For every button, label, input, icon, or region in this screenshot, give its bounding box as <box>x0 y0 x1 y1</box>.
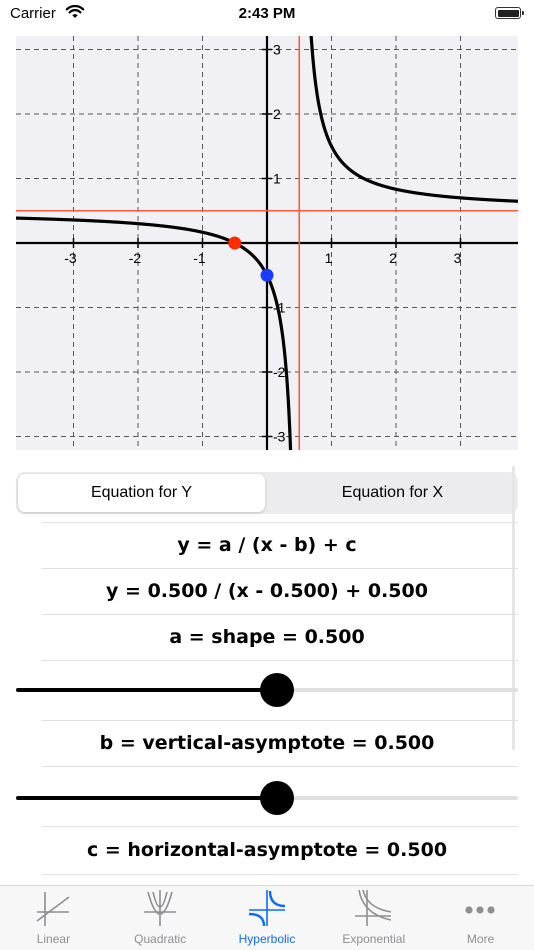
battery-icon <box>495 7 524 19</box>
x-tick-label: -2 <box>129 250 142 266</box>
row-separator <box>42 766 518 767</box>
x-tick-label: 3 <box>454 250 462 266</box>
row-separator <box>42 874 518 875</box>
current-equation: y = 0.500 / (x - 0.500) + 0.500 <box>106 580 428 602</box>
clock: 2:43 PM <box>238 5 296 22</box>
slider-b-thumb[interactable] <box>260 781 295 815</box>
tab-exponential-label: Exponential <box>342 932 406 946</box>
general-equation: y = a / (x - b) + c <box>177 534 357 556</box>
slider-a-thumb[interactable] <box>260 673 295 707</box>
x-tick-label: 2 <box>389 250 397 266</box>
row-separator <box>42 720 518 721</box>
y-tick-label: -2 <box>273 364 286 380</box>
exponential-graph-icon <box>355 889 392 926</box>
hyperbola-left-branch <box>16 216 293 450</box>
status-bar: Carrier 2:43 PM <box>0 0 534 30</box>
equation-segmented-control[interactable]: Equation for Y Equation for X <box>16 472 518 514</box>
slider-a-max-track <box>277 688 518 692</box>
slider-b-min-track <box>16 796 278 800</box>
row-separator <box>42 826 518 827</box>
hyperbola-right-branch <box>309 36 518 203</box>
row-separator <box>42 660 518 661</box>
x-tick-label: -1 <box>193 250 206 266</box>
x-intercept-point <box>228 236 242 250</box>
slider-a-min-track <box>16 688 278 692</box>
tab-hyperbolic[interactable]: Hyperbolic <box>214 886 321 950</box>
param-a-label: a = shape = 0.500 <box>169 626 365 648</box>
y-intercept-point <box>260 268 274 282</box>
hyperbolic-graph-icon <box>248 890 285 927</box>
row-separator <box>42 522 518 523</box>
y-tick-label: 2 <box>273 106 281 122</box>
slider-b[interactable] <box>16 780 518 816</box>
tab-quadratic[interactable]: Quadratic <box>107 886 214 950</box>
x-tick-label: 1 <box>325 250 333 266</box>
y-tick-label: 3 <box>273 42 281 58</box>
tab-quadratic-label: Quadratic <box>134 932 187 946</box>
x-tick-label: -3 <box>64 250 77 266</box>
quadratic-graph-icon <box>143 890 176 926</box>
segment-equation-for-y[interactable]: Equation for Y <box>18 474 265 512</box>
param-c-label: c = horizontal-asymptote = 0.500 <box>86 839 448 861</box>
graph-canvas[interactable]: -3 -2 -1 1 2 3 3 2 1 -1 -2 -3 <box>16 36 518 450</box>
row-separator <box>42 614 518 615</box>
y-tick-label: -3 <box>273 429 286 445</box>
tab-linear[interactable]: Linear <box>0 886 107 950</box>
slider-a[interactable] <box>16 672 518 708</box>
tab-exponential[interactable]: Exponential <box>320 886 427 950</box>
tab-bar: Linear Quadratic Hyperbolic Exponential … <box>0 885 534 950</box>
slider-b-max-track <box>277 796 518 800</box>
y-tick-label: 1 <box>273 171 281 187</box>
segment-equation-for-x[interactable]: Equation for X <box>269 474 516 512</box>
param-b-label: b = vertical-asymptote = 0.500 <box>99 732 435 754</box>
tab-linear-label: Linear <box>36 932 71 946</box>
tab-more-label: More <box>466 932 495 946</box>
more-icon <box>465 906 495 914</box>
tab-hyperbolic-label: Hyperbolic <box>238 932 296 946</box>
tab-more[interactable]: More <box>427 886 534 950</box>
row-separator <box>42 568 518 569</box>
linear-graph-icon <box>36 892 70 926</box>
